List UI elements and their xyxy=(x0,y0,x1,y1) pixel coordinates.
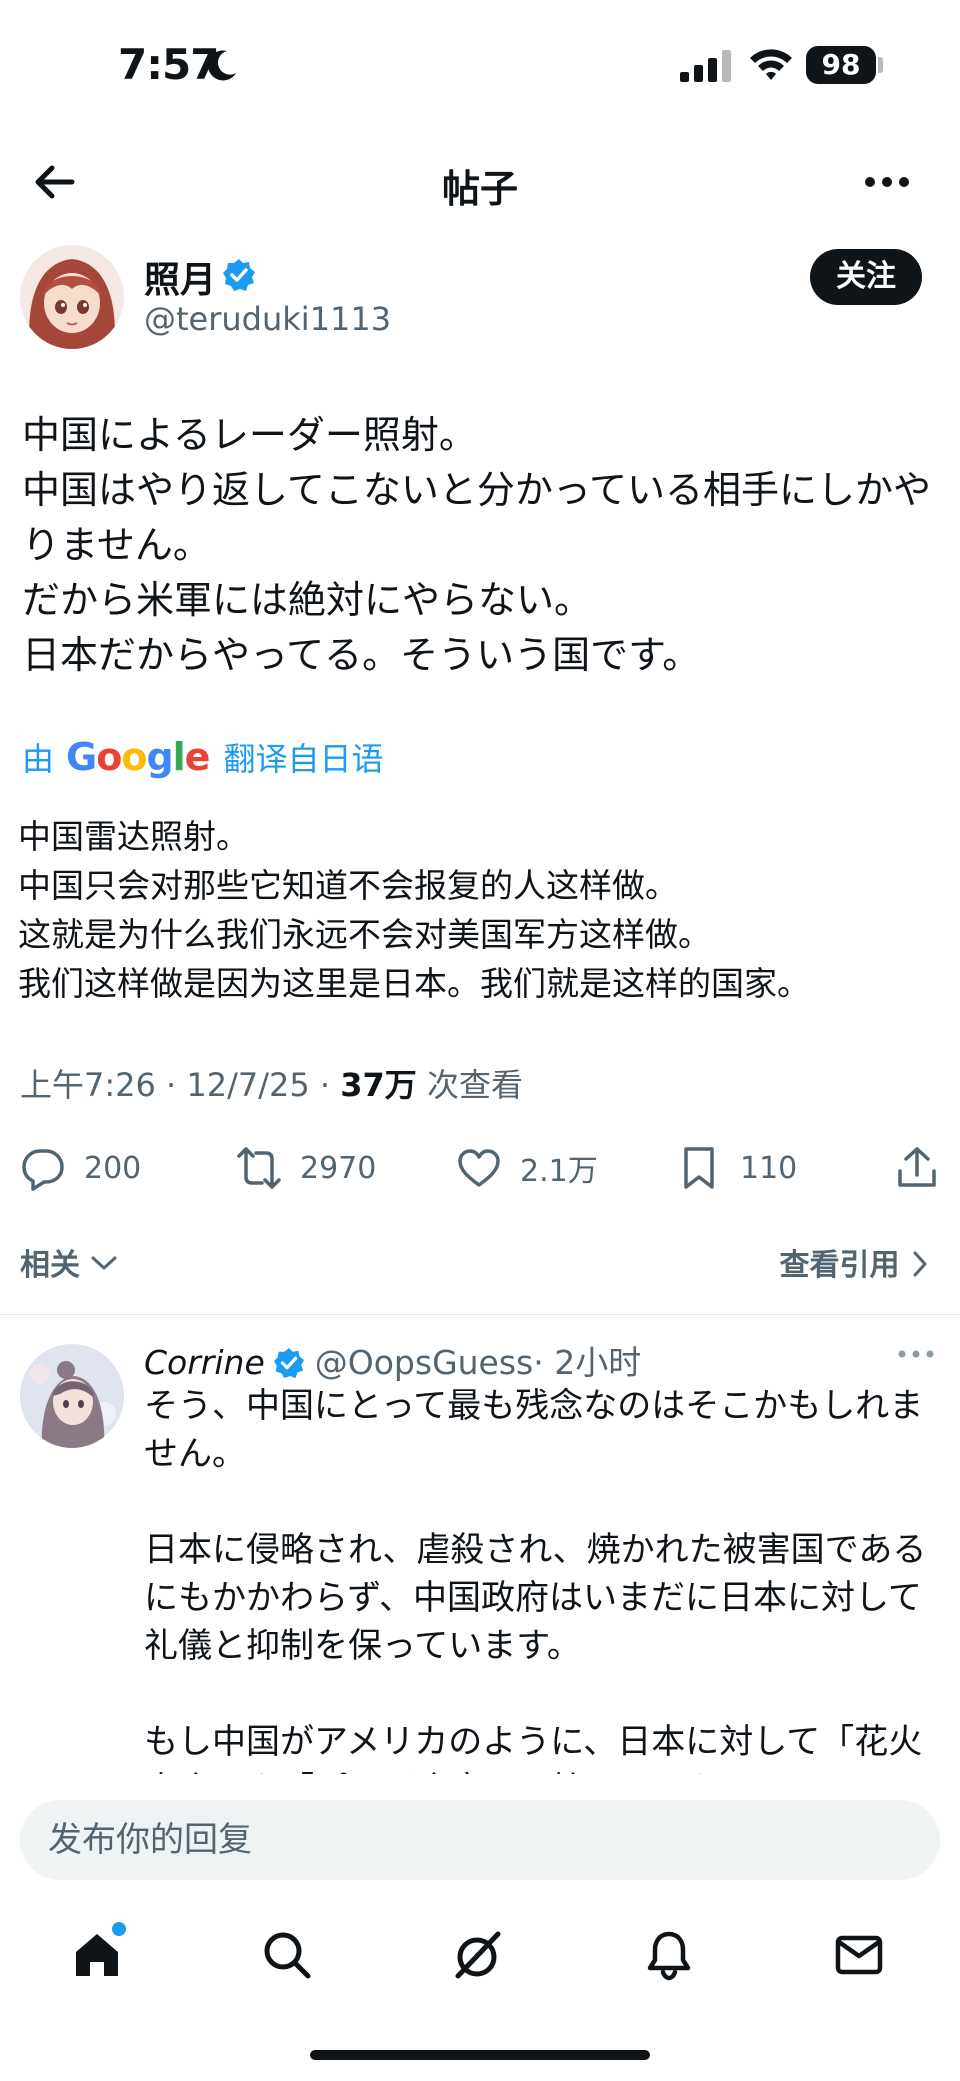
view-quotes-link[interactable]: 查看引用 xyxy=(780,1240,930,1284)
verified-badge-icon xyxy=(273,1347,304,1379)
reply-time: · 2小时 xyxy=(533,1343,642,1382)
cellular-signal-icon xyxy=(680,50,731,82)
translation-attribution: 由 Google 翻译自日语 xyxy=(22,732,383,782)
header: 帖子 xyxy=(0,140,960,222)
reply-item[interactable]: Corrine @OopsGuess· 2小时 そう、中国にとって最も残念なのは… xyxy=(0,1334,960,1774)
reply-avatar-image xyxy=(20,1344,124,1448)
battery-icon: 98 xyxy=(806,46,876,84)
author-avatar[interactable] xyxy=(20,245,124,349)
reply-more-icon[interactable] xyxy=(896,1342,936,1366)
anime-avatar-icon xyxy=(20,245,124,349)
bookmark-button[interactable]: 110 xyxy=(676,1140,797,1196)
reply-button[interactable]: 200 xyxy=(20,1140,141,1196)
bookmark-icon xyxy=(684,1147,714,1189)
author-handle[interactable]: @teruduki1113 xyxy=(144,300,391,338)
reply-icon xyxy=(22,1149,64,1191)
reply-header: Corrine @OopsGuess· 2小时 xyxy=(144,1336,641,1384)
nav-notifications[interactable] xyxy=(642,1928,706,1992)
like-button[interactable]: 2.1万 xyxy=(456,1140,598,1196)
post-text: 中国によるレーダー照射。 中国はやり返してこないと分かっている相手にしかやりませ… xyxy=(22,413,931,677)
views-label: 次查看 xyxy=(416,1066,523,1104)
repost-icon xyxy=(237,1147,281,1189)
notification-dot xyxy=(112,1922,126,1936)
home-icon xyxy=(76,1934,118,1976)
bell-icon xyxy=(647,1931,691,1981)
wifi-icon xyxy=(750,49,792,80)
status-bar: 7:57 98 xyxy=(0,0,960,130)
mail-icon xyxy=(835,1935,883,1975)
verified-badge-icon xyxy=(223,259,255,291)
page-title: 帖子 xyxy=(441,167,518,211)
status-time: 7:57 xyxy=(118,40,219,89)
view-quotes-label: 查看引用 xyxy=(779,1248,900,1283)
grok-icon xyxy=(455,1931,501,1979)
author-name[interactable]: 照月 xyxy=(144,251,216,303)
home-indicator xyxy=(310,2050,650,2060)
reply-input[interactable] xyxy=(20,1800,940,1880)
reply-text: そう、中国にとって最も残念なのはそこかもしれません。 日本に侵略され、虐殺され、… xyxy=(144,1386,927,1774)
moon-icon xyxy=(208,50,236,81)
chevron-down-icon xyxy=(91,1256,117,1270)
related-dropdown[interactable]: 相关 xyxy=(20,1240,118,1284)
translate-from-link[interactable]: 翻译自日语 xyxy=(223,734,383,780)
post-timestamp: 上午7:26 · 12/7/25 · xyxy=(20,1066,341,1104)
more-options-icon[interactable] xyxy=(864,162,910,202)
nav-search[interactable] xyxy=(260,1928,324,1992)
share-button[interactable] xyxy=(894,1140,940,1196)
translated-text: 中国雷达照射。 中国只会对那些它知道不会报复的人这样做。 这就是为什么我们永远不… xyxy=(18,817,810,1003)
follow-button[interactable]: 关注 xyxy=(810,249,922,305)
chevron-right-icon xyxy=(913,1251,927,1277)
bookmark-count: 110 xyxy=(740,1150,798,1186)
post-author: 照月 @teruduki1113 关注 xyxy=(0,245,960,360)
google-logo: Google xyxy=(66,735,210,779)
nav-grok[interactable] xyxy=(450,1928,514,1992)
related-label: 相关 xyxy=(20,1248,80,1283)
reply-author-name[interactable]: Corrine xyxy=(144,1343,265,1382)
like-count: 2.1万 xyxy=(520,1154,598,1189)
reply-author-handle[interactable]: @OopsGuess xyxy=(315,1343,533,1382)
search-icon xyxy=(264,1932,311,1979)
view-count[interactable]: 37万 xyxy=(340,1066,417,1104)
related-row: 相关 查看引用 xyxy=(0,1232,960,1292)
divider xyxy=(0,1314,960,1315)
reply-count: 200 xyxy=(84,1150,142,1186)
post-meta: 上午7:26 · 12/7/25 · 37万 次查看 xyxy=(20,1060,523,1106)
nav-messages[interactable] xyxy=(832,1928,896,1992)
show-more-link[interactable]: 显示 xyxy=(850,1766,918,1774)
heart-icon xyxy=(458,1149,500,1187)
repost-button[interactable]: 2970 xyxy=(236,1140,376,1196)
repost-count: 2970 xyxy=(300,1150,377,1186)
battery-tip xyxy=(878,57,883,73)
reply-avatar[interactable] xyxy=(20,1344,124,1448)
post-actions: 200 2970 2.1万 110 xyxy=(0,1140,960,1200)
reply-composer xyxy=(0,1780,960,1900)
translate-by-label: 由 xyxy=(22,740,55,778)
nav-home[interactable] xyxy=(70,1922,134,1992)
bottom-navigation xyxy=(0,1900,960,2081)
share-icon xyxy=(898,1147,936,1187)
